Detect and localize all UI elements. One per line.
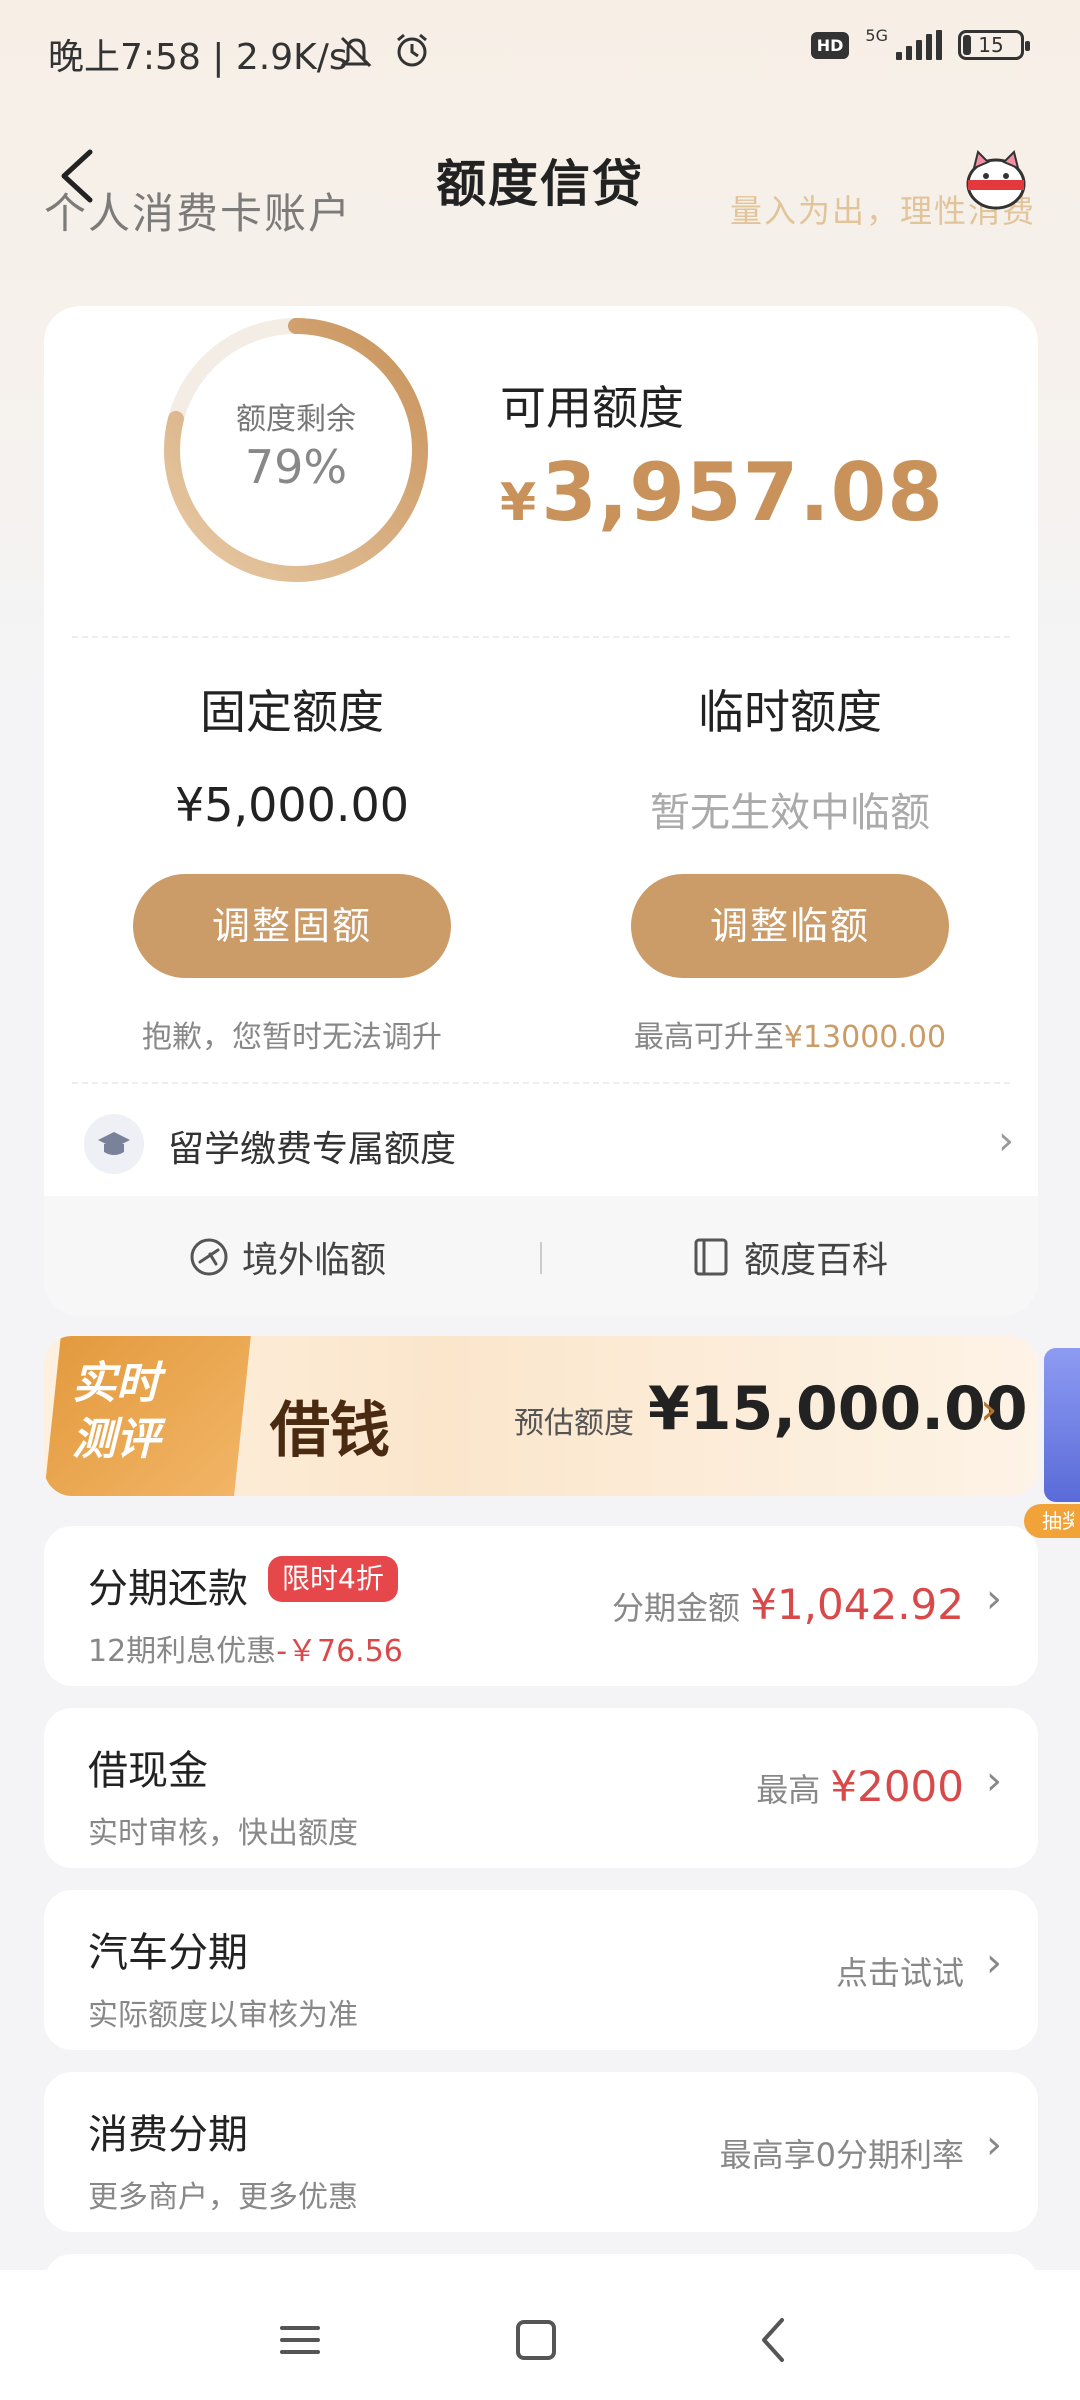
header: 个人消费卡账户 额度信贷 量入为出，理性消费 [0, 100, 1080, 260]
network-type: 5G [865, 25, 888, 45]
fixed-note: 抱歉，您暂时无法调升 [142, 1020, 442, 1055]
adjust-temp-button[interactable]: 调整临额 [631, 874, 949, 978]
hd-icon: HD [810, 31, 850, 59]
item-subtitle: 实际额度以审核为准 [88, 1998, 358, 2033]
chevron-right-icon: › [986, 1576, 1002, 1622]
credit-wiki-label: 额度百科 [744, 1240, 889, 1281]
credit-wiki-link[interactable]: 额度百科 [690, 1232, 888, 1282]
mascot-icon[interactable] [956, 146, 1036, 216]
temp-note-amount: ¥13000.00 [783, 1020, 947, 1055]
item-right-value: ¥1,042.92 [750, 1580, 964, 1629]
item-title: 汽车分期 [88, 1930, 248, 1976]
banner-tag-line1: 实时 [72, 1358, 160, 1409]
temp-note: 最高可升至¥13000.00 [590, 1012, 990, 1056]
available-label: 可用额度 [500, 381, 684, 435]
item-subtitle: 更多商户，更多优惠 [88, 2180, 358, 2215]
status-bar: 晚上7:58 | 2.9K/s HD 5G 15 [0, 0, 1080, 100]
graduation-cap-icon [84, 1114, 144, 1174]
chevron-right-icon: › [986, 1758, 1002, 1804]
chevron-right-icon: › [998, 1118, 1014, 1164]
available-currency: ¥ [500, 473, 538, 533]
chevron-right-icon: › [986, 1940, 1002, 1986]
item-right-label: 分期金额 [612, 1589, 741, 1627]
divider [72, 1082, 1010, 1084]
temp-note-prefix: 最高可升至 [633, 1020, 784, 1055]
banner-estimate-amount: ¥15,000.00 [648, 1374, 1028, 1444]
item-subtitle-discount: -￥76.56 [276, 1634, 403, 1669]
floating-lottery-tag[interactable]: 抽奖 [1024, 1504, 1080, 1538]
nav-back-icon[interactable] [744, 2310, 804, 2370]
consumer-installment-item[interactable]: 消费分期 更多商户，更多优惠 最高享0分期利率 › [44, 2072, 1038, 2232]
item-title: 借现金 [88, 1748, 208, 1794]
banner-tag-line2: 测评 [72, 1414, 160, 1465]
item-title: 分期还款 [88, 1566, 248, 1612]
battery-icon: 15 [958, 30, 1030, 60]
ring-percent: 79% [244, 440, 348, 494]
system-nav-bar [0, 2270, 1080, 2400]
banner-estimate-label: 预估额度 [514, 1406, 634, 1441]
available-value: 3,957.08 [541, 446, 944, 539]
item-title: 消费分期 [88, 2112, 248, 2158]
fixed-value: ¥5,000.00 [174, 778, 410, 832]
item-subtitle-prefix: 12期利息优惠 [88, 1634, 277, 1669]
study-abroad-label: 留学缴费专属额度 [168, 1129, 457, 1170]
item-right: 分期金额 ¥1,042.92 [612, 1580, 964, 1629]
fixed-title: 固定额度 [200, 685, 384, 739]
borrow-banner[interactable]: 实时 测评 借钱 预估额度 ¥15,000.00 › [44, 1336, 1038, 1496]
alarm-icon [397, 33, 427, 67]
item-subtitle: 12期利息优惠-￥76.56 [88, 1626, 403, 1670]
plane-icon [190, 1238, 228, 1276]
mute-icon [340, 36, 372, 68]
battery-level: 15 [978, 33, 1004, 57]
divider [72, 636, 1010, 638]
item-subtitle: 实时审核，快出额度 [88, 1816, 358, 1851]
overseas-credit-link[interactable]: 境外临额 [188, 1232, 386, 1282]
study-abroad-row[interactable]: 留学缴费专属额度 › [84, 1112, 1014, 1176]
item-right-label: 点击试试 [835, 1954, 964, 1992]
page: 晚上7:58 | 2.9K/s HD 5G 15 个人消费卡账户 额度信贷 量入… [0, 0, 1080, 2400]
temp-value: 暂无生效中临额 [650, 790, 930, 836]
available-amount: ¥3,957.08 [500, 446, 944, 539]
floating-phone-icon[interactable] [1044, 1348, 1080, 1502]
credit-ring: 额度剩余 79% [160, 314, 432, 586]
chevron-right-icon: › [986, 2122, 1002, 2168]
item-right: 最高 ¥2000 [756, 1762, 964, 1811]
overseas-credit-label: 境外临额 [242, 1240, 387, 1281]
chevron-right-icon: › [980, 1384, 998, 1435]
ring-label: 额度剩余 [236, 402, 356, 437]
floating-lottery-label: 抽奖 [1042, 1509, 1074, 1533]
car-installment-item[interactable]: 汽车分期 实际额度以审核为准 点击试试 › [44, 1890, 1038, 2050]
item-right-label: 最高享0分期利率 [719, 2136, 964, 2174]
temp-title: 临时额度 [698, 685, 882, 739]
item-right-label: 最高 [756, 1771, 821, 1809]
adjust-fixed-button[interactable]: 调整固额 [133, 874, 451, 978]
status-time: 晚上7:58 | 2.9K/s [48, 37, 348, 78]
signal-icon [896, 30, 942, 60]
discount-badge: 限时4折 [268, 1556, 398, 1602]
installment-repay-item[interactable]: 分期还款 限时4折 12期利息优惠-￥76.56 分期金额 ¥1,042.92 … [44, 1526, 1038, 1686]
banner-title: 借钱 [270, 1396, 390, 1466]
book-icon [694, 1238, 728, 1276]
home-icon[interactable] [506, 2310, 566, 2370]
banner-tag-text: 实时 测评 [72, 1356, 222, 1468]
separator [540, 1242, 542, 1274]
cash-loan-item[interactable]: 借现金 实时审核，快出额度 最高 ¥2000 › [44, 1708, 1038, 1868]
item-right-value: ¥2000 [830, 1762, 964, 1811]
menu-icon[interactable] [270, 2310, 330, 2370]
status-icons: HD 5G 15 [810, 26, 1030, 60]
